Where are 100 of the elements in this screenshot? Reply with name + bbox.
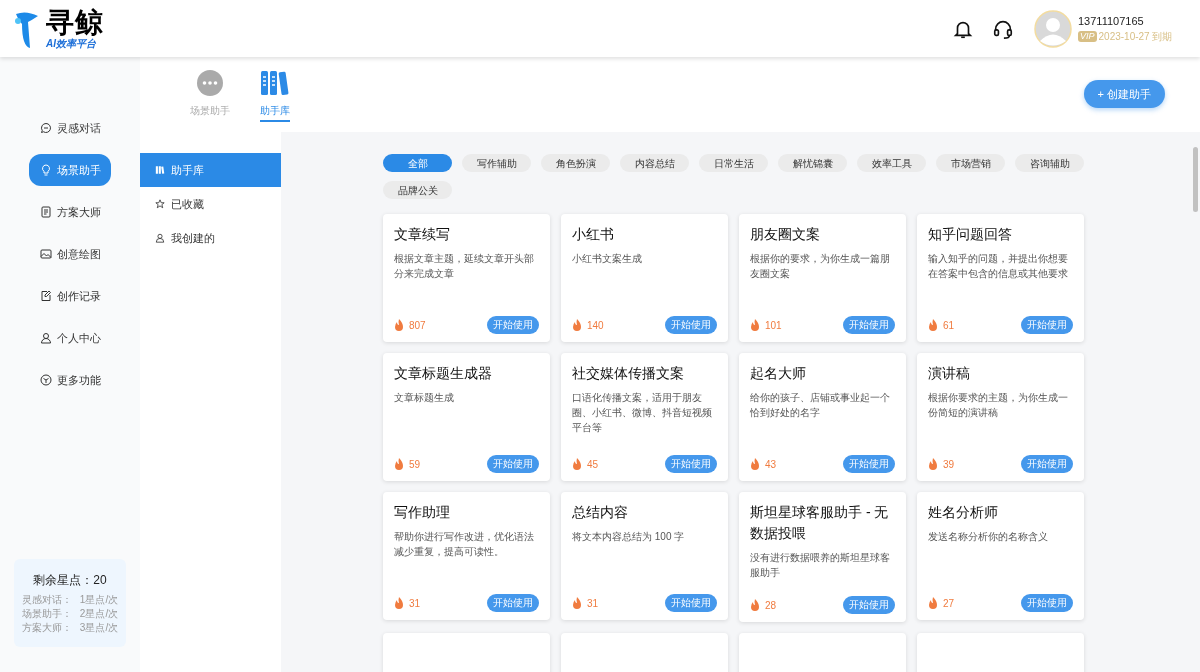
usage-count: 27 (943, 596, 955, 611)
card-title: 文章续写 (394, 225, 451, 244)
chat-bubble-icon (196, 69, 224, 97)
points-value: 2星点/次 (79, 607, 119, 621)
star-icon (155, 199, 165, 209)
assistant-card[interactable]: 朋友圈文案 根据你的要求，为你生成一篇朋友圈文案 101 开始使用 (739, 214, 906, 342)
edit-icon (39, 290, 52, 302)
card-description: 帮助你进行写作改进，优化语法减少重复，提高可读性。 (394, 530, 535, 559)
assistant-card[interactable]: 起名大师 给你的孩子、店铺或事业起一个恰到好处的名字 43 开始使用 (739, 353, 906, 481)
card-title: 社交媒体传播文案 (572, 364, 685, 383)
card-title: 总结内容 (572, 503, 629, 522)
sidebar-item[interactable]: 方案大师 (29, 196, 111, 228)
books-icon (260, 69, 290, 97)
card-title: 朋友圈文案 (750, 225, 821, 244)
flame-icon (928, 319, 938, 331)
assistant-card[interactable]: 斯坦星球客服助手 - 无数据投喂 没有进行数据喂养的斯坦星球客服助手 28 开始使用 (739, 492, 906, 622)
category-tag[interactable]: 市场营销 (936, 154, 1005, 172)
card-title: 斯坦星球客服助手 - 无数据投喂 (750, 503, 890, 543)
sidebar-item[interactable]: 创作记录 (29, 280, 111, 312)
usage-count: 28 (765, 598, 777, 613)
assistant-card[interactable]: 文章标题生成器 文章标题生成 59 开始使用 (383, 353, 550, 481)
lightbulb-icon (39, 164, 52, 176)
user-icon (39, 332, 52, 344)
sidebar-item[interactable]: 更多功能 (29, 364, 111, 396)
category-tag[interactable]: 效率工具 (857, 154, 926, 172)
image-icon (39, 248, 52, 260)
assistant-card[interactable]: 小红书 小红书文案生成 140 开始使用 (561, 214, 728, 342)
card-title: 演讲稿 (928, 364, 971, 383)
usage-count: 43 (765, 457, 777, 472)
usage-count: 140 (587, 318, 604, 333)
logo-subtitle: AI效率平台 (46, 38, 97, 49)
card-title: 姓名分析师 (928, 503, 999, 522)
points-label: 方案大师： (21, 621, 72, 635)
usage-count: 45 (587, 457, 599, 472)
card-description: 口语化传播文案，适用于朋友圈、小红书、微博、抖音短视频平台等 (572, 391, 713, 435)
card-description: 文章标题生成 (394, 391, 455, 405)
books-icon (155, 165, 165, 175)
points-value: 3星点/次 (79, 621, 119, 635)
assistant-card[interactable]: 总结内容 将文本内容总结为 100 字 31 开始使用 (561, 492, 728, 620)
sidebar-item[interactable]: 个人中心 (29, 322, 111, 354)
flame-icon (750, 458, 760, 470)
card-description: 根据你的要求，为你生成一篇朋友圈文案 (750, 252, 891, 281)
card-description: 小红书文案生成 (572, 252, 643, 266)
flame-icon (572, 319, 582, 331)
flame-icon (928, 458, 938, 470)
flame-icon (750, 319, 760, 331)
card-description: 发送名称分析你的名称含义 (928, 530, 1049, 544)
assistant-card[interactable]: 知乎问题回答 输入知乎的问题，并提出你想要在答案中包含的信息或其他要求 61 开始使用 (917, 214, 1084, 342)
assistant-card[interactable]: 写作助理 帮助你进行写作改进，优化语法减少重复，提高可读性。 31 开始使用 (383, 492, 550, 620)
category-tag[interactable]: 全部 (383, 154, 452, 172)
flame-icon (394, 458, 404, 470)
card-title: 小红书 (572, 225, 615, 244)
category-tag[interactable]: 解忧锦囊 (778, 154, 847, 172)
flame-icon (750, 599, 760, 611)
user-icon (155, 233, 165, 243)
points-value: 1星点/次 (79, 593, 119, 607)
flame-icon (394, 597, 404, 609)
card-description: 将文本内容总结为 100 字 (572, 530, 686, 544)
flame-icon (572, 597, 582, 609)
submenu-item[interactable]: 我创建的 (140, 221, 281, 255)
usage-count: 39 (943, 457, 955, 472)
assistant-card[interactable]: 演讲稿 根据你要求的主题，为你生成一份简短的演讲稿 39 开始使用 (917, 353, 1084, 481)
category-tag[interactable]: 日常生活 (699, 154, 768, 172)
card-description: 输入知乎的问题，并提出你想要在答案中包含的信息或其他要求 (928, 252, 1069, 281)
submenu-item[interactable]: 已收藏 (140, 187, 281, 221)
usage-count: 31 (409, 596, 421, 611)
points-label: 场景助手： (21, 607, 72, 621)
sidebar-item[interactable]: 场景助手 (29, 154, 111, 186)
usage-count: 61 (943, 318, 955, 333)
usage-count: 31 (587, 596, 599, 611)
flame-icon (928, 597, 938, 609)
points-title: 剩余星点：20 (33, 572, 107, 589)
vip-badge: VIP (1078, 31, 1097, 43)
category-tag[interactable]: 写作辅助 (462, 154, 531, 172)
category-tag[interactable]: 内容总结 (620, 154, 689, 172)
usage-count: 101 (765, 318, 782, 333)
sidebar-item[interactable]: 创意绘图 (29, 238, 111, 270)
card-title: 写作助理 (394, 503, 451, 522)
card-title: 知乎问题回答 (928, 225, 1013, 244)
card-description: 给你的孩子、店铺或事业起一个恰到好处的名字 (750, 391, 891, 420)
category-tag[interactable]: 咨询辅助 (1015, 154, 1084, 172)
logo-title: 寻鲸 (46, 8, 105, 37)
flame-icon (572, 458, 582, 470)
scrollbar-thumb[interactable] (1193, 147, 1198, 212)
submenu-item[interactable]: 助手库 (140, 153, 281, 187)
assistant-card[interactable]: 文章续写 根据文章主题，延续文章开头部分来完成文章 807 开始使用 (383, 214, 550, 342)
flame-icon (394, 319, 404, 331)
category-tag[interactable]: 品牌公关 (383, 181, 452, 199)
card-title: 起名大师 (750, 364, 807, 383)
top-tab[interactable]: 助手库 (260, 69, 290, 122)
assistant-card[interactable]: 社交媒体传播文案 口语化传播文案，适用于朋友圈、小红书、微博、抖音短视频平台等 45 开始使用 (561, 353, 728, 481)
card-title: 文章标题生成器 (394, 364, 493, 383)
sidebar-item[interactable]: 灵感对话 (29, 112, 111, 144)
user-phone: 13711107165 (1078, 13, 1145, 29)
category-tag[interactable]: 角色扮演 (541, 154, 610, 172)
assistant-card[interactable]: 姓名分析师 发送名称分析你的名称含义 27 开始使用 (917, 492, 1084, 620)
card-description: 根据文章主题，延续文章开头部分来完成文章 (394, 252, 535, 281)
vip-expiry: 2023-10-27 到期 (1098, 30, 1173, 45)
usage-count: 59 (409, 457, 421, 472)
chat-bubble-icon (39, 122, 52, 134)
